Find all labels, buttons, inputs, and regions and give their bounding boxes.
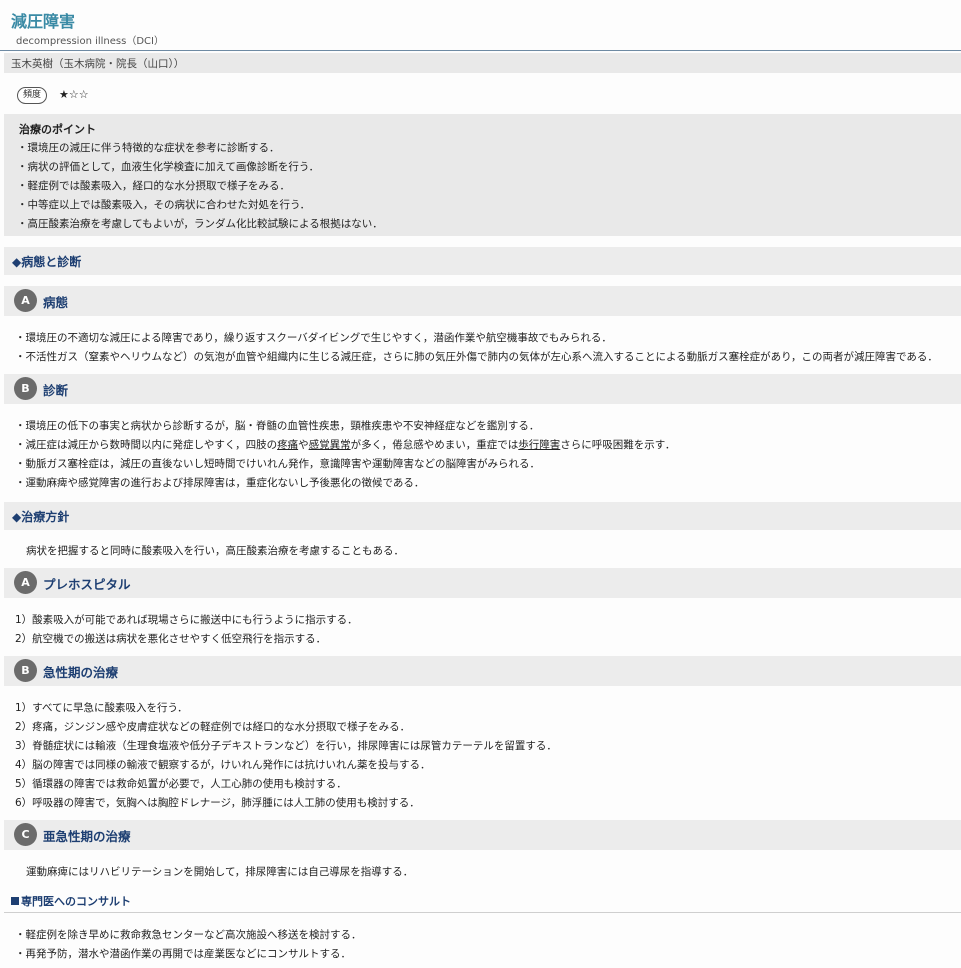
diagnosis-item: ・環境圧の低下の事実と病状から診断するが，脳・脊髄の血管性疾患，頸椎疾患や不安神…	[15, 420, 540, 432]
subsection-subacute: C 亜急性期の治療	[4, 820, 961, 850]
acute-item: 4）脳の障害では同様の輸液で観察するが，けいれん発作には抗けいれん薬を投与する．	[15, 759, 431, 771]
consult-heading-text: 専門医へのコンサルト	[21, 895, 131, 908]
subsection-letter-badge: A	[14, 571, 37, 594]
subsection-heading: プレホスピタル	[43, 577, 131, 592]
underlined-term: 感覚異常	[308, 439, 351, 451]
subsection-letter-badge: B	[14, 377, 37, 400]
subsection-letter-badge: C	[14, 823, 37, 846]
diagnosis-item: ・運動麻痺や感覚障害の進行および排尿障害は，重症化ないし予後悪化の徴候である．	[15, 477, 425, 489]
subsection-pathology: A 病態	[4, 286, 961, 316]
diagnosis-text: が多く，倦怠感やめまい，重症では	[350, 439, 519, 451]
diagnosis-text: ・減圧症は減圧から数時間以内に発症しやすく，四肢の	[15, 439, 278, 451]
author-bar: 玉木英樹（玉木病院・院長（山口））	[4, 53, 961, 73]
subsection-heading: 亜急性期の治療	[43, 829, 131, 844]
treatment-points-heading: 治療のポイント	[19, 123, 96, 136]
treatment-point-item: ・軽症例では酸素吸入，経口的な水分摂取で様子をみる．	[17, 180, 290, 192]
title-block: 減圧障害 decompression illness（DCI）	[0, 0, 961, 51]
consult-item: ・軽症例を除き早めに救命救急センターなど高次施設へ移送を検討する．	[15, 929, 362, 941]
author-name: 玉木英樹（玉木病院・院長（山口））	[11, 58, 185, 70]
section-heading: ◆治療方針	[12, 510, 70, 524]
subsection-heading: 急性期の治療	[43, 665, 119, 680]
treatment-point-item: ・中等症以上では酸素吸入，その病状に合わせた対処を行う．	[17, 199, 311, 211]
page-subtitle: decompression illness（DCI）	[16, 36, 164, 47]
diagnosis-text: さらに呼吸困難を示す．	[560, 439, 676, 451]
treatment-point-item: ・病状の評価として，血液生化学検査に加えて画像診断を行う．	[17, 161, 320, 173]
underlined-term: 疼痛	[277, 439, 299, 451]
article-page: 減圧障害 decompression illness（DCI） 玉木英樹（玉木病…	[0, 0, 961, 968]
section-pathology-diagnosis: ◆病態と診断	[4, 247, 961, 275]
acute-item: 2）疼痛，ジンジン感や皮膚症状などの軽症例では経口的な水分摂取で様子をみる．	[15, 721, 411, 733]
page-title: 減圧障害	[11, 12, 76, 31]
treatment-point-item: ・環境圧の減圧に伴う特徴的な症状を参考に診断する．	[17, 142, 280, 154]
acute-item: 6）呼吸器の障害で，気胸へは胸腔ドレナージ，肺浮腫には人工肺の使用も検討する．	[15, 797, 420, 809]
treatment-points-box: 治療のポイント ・環境圧の減圧に伴う特徴的な症状を参考に診断する． ・病状の評価…	[4, 114, 961, 236]
consult-item: ・再発予防，潜水や潜函作業の再開では産業医などにコンサルトする．	[15, 948, 351, 960]
divider	[4, 912, 961, 913]
diagnosis-item: ・動脈ガス塞栓症は，減圧の直後ないし短時間でけいれん発作，意識障害や運動障害など…	[15, 458, 540, 470]
subsection-letter-badge: A	[14, 289, 37, 312]
pathology-item: ・不活性ガス（窒素やヘリウムなど）の気泡が血管や組織内に生じる減圧症，さらに肺の…	[15, 351, 938, 363]
frequency-stars: ★☆☆	[59, 88, 89, 101]
subsection-diagnosis: B 診断	[4, 374, 961, 404]
subsection-prehospital: A プレホスピタル	[4, 568, 961, 598]
acute-item: 5）循環器の障害では救命処置が必要で，人工心肺の使用も検討する．	[15, 778, 347, 790]
section-heading: ◆病態と診断	[12, 255, 82, 269]
acute-item: 1）すべてに早急に酸素吸入を行う．	[15, 702, 188, 714]
section-treatment-policy: ◆治療方針	[4, 502, 961, 530]
diagnosis-item: ・減圧症は減圧から数時間以内に発症しやすく，四肢の疼痛や感覚異常が多く，倦怠感や…	[15, 437, 675, 452]
prehospital-item: 2）航空機での搬送は病状を悪化させやすく低空飛行を指示する．	[15, 633, 327, 645]
frequency-badge: 頻度	[17, 87, 47, 104]
subsection-acute: B 急性期の治療	[4, 656, 961, 686]
subsection-heading: 診断	[43, 383, 69, 398]
underlined-term: 歩行障害	[518, 439, 561, 451]
diagnosis-text: や	[298, 439, 309, 451]
acute-item: 3）脊髄症状には輸液（生理食塩液や低分子デキストランなど）を行い，排尿障害には尿…	[15, 740, 557, 752]
treatment-intro: 病状を把握すると同時に酸素吸入を行い，高圧酸素治療を考慮することもある．	[26, 545, 404, 557]
subsection-heading: 病態	[43, 295, 69, 310]
treatment-point-item: ・高圧酸素治療を考慮してもよいが，ランダム化比較試験による根拠はない．	[17, 218, 383, 230]
consult-heading: 専門医へのコンサルト	[11, 893, 131, 909]
prehospital-item: 1）酸素吸入が可能であれば現場さらに搬送中にも行うように指示する．	[15, 614, 358, 626]
subsection-letter-badge: B	[14, 659, 37, 682]
subacute-text: 運動麻痺にはリハビリテーションを開始して，排尿障害には自己導尿を指導する．	[26, 866, 414, 878]
pathology-item: ・環境圧の不適切な減圧による障害であり，繰り返すスクーバダイビングで生じやすく，…	[15, 332, 612, 344]
square-bullet-icon	[11, 897, 19, 905]
